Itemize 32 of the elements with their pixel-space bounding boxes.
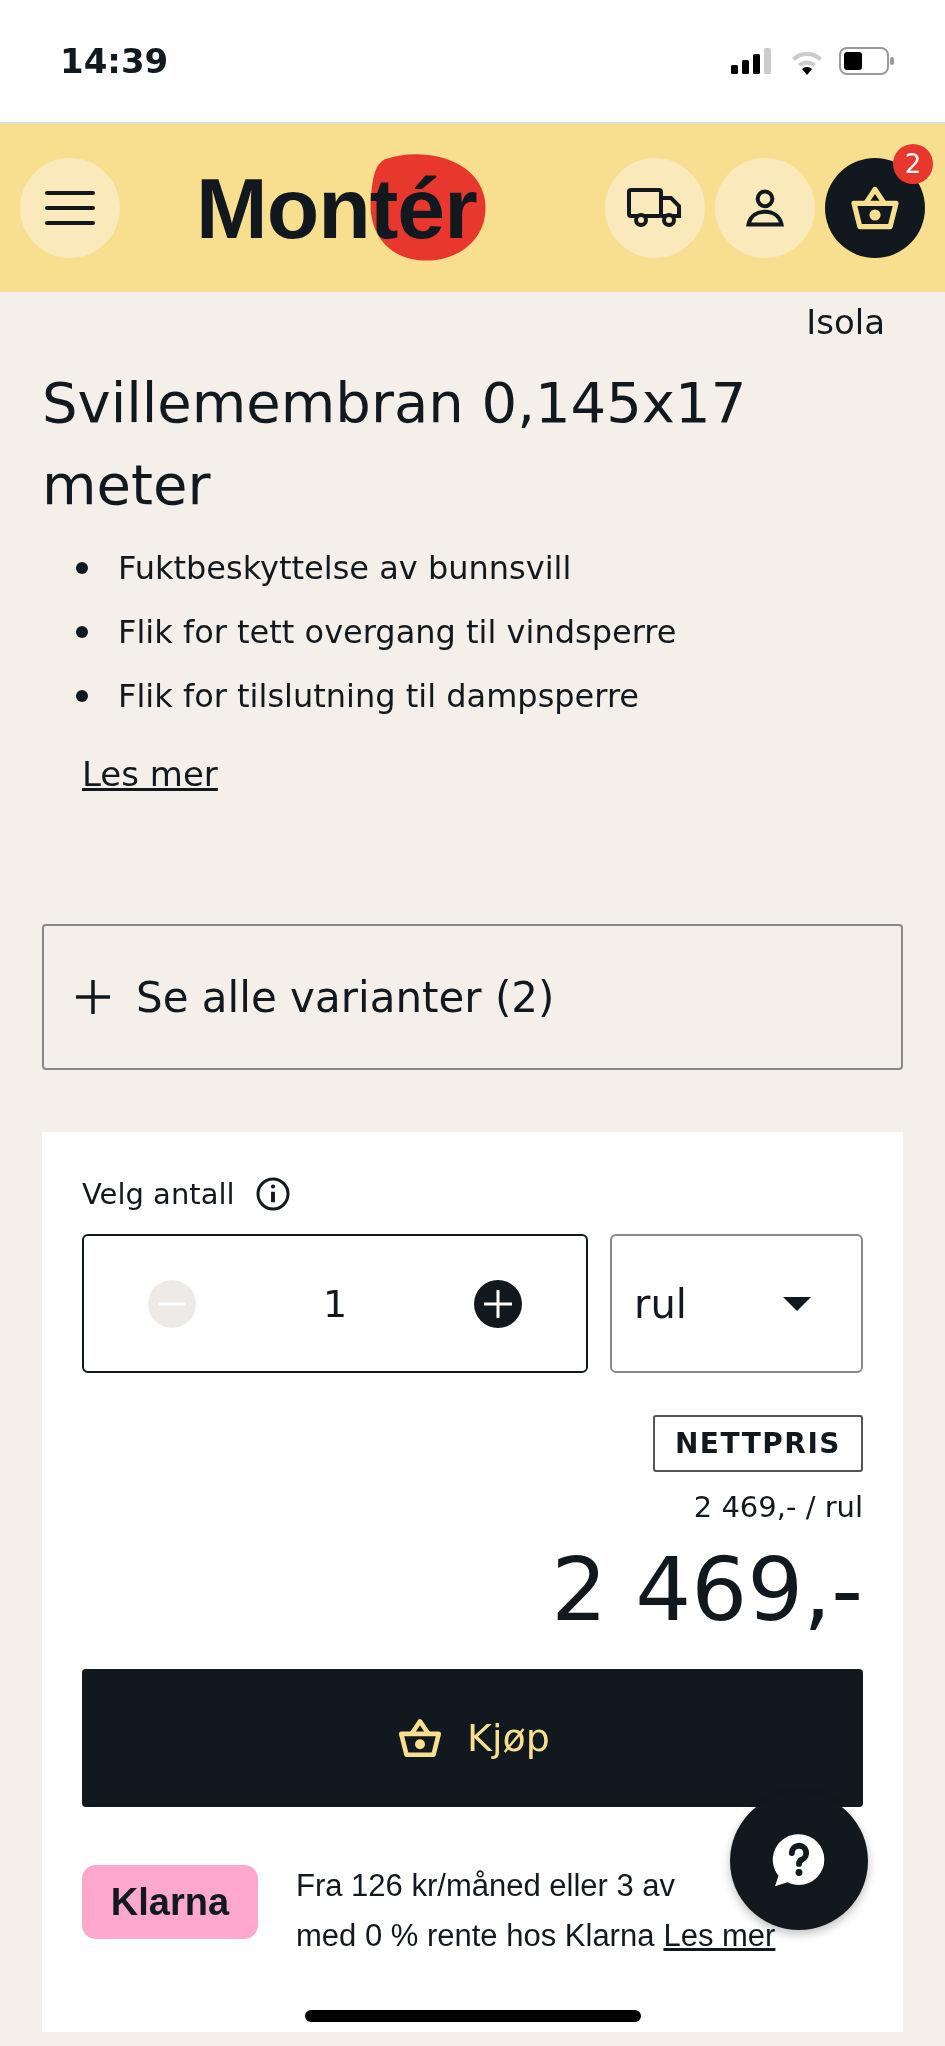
- installment-text: Fra 126 kr/måned eller 3 av: [296, 1867, 677, 1905]
- klarna-logo: Klarna: [82, 1865, 258, 1939]
- installment-text: med 0 % rente hos Klarna: [296, 1917, 655, 1955]
- product-title: Svillemembran 0,145x17 meter: [42, 369, 748, 519]
- price-tag: NETTPRIS: [652, 1415, 863, 1472]
- unit-price: 2 469,- / rul: [693, 1490, 863, 1524]
- plus-icon: [484, 1289, 513, 1318]
- truck-icon: [627, 186, 683, 230]
- variants-button[interactable]: Se alle varianter (2): [42, 924, 903, 1070]
- feature-item: Fuktbeskyttelse av bunnsvill: [118, 548, 572, 589]
- bullet-icon: [76, 690, 88, 702]
- unit-select[interactable]: rul: [610, 1234, 863, 1373]
- total-price: 2 469,-: [551, 1538, 863, 1641]
- battery-icon: [839, 47, 895, 75]
- feature-item: Flik for tett overgang til vindsperre: [118, 612, 677, 653]
- quantity-stepper[interactable]: 1: [82, 1234, 588, 1373]
- buy-button[interactable]: Kjøp: [82, 1669, 863, 1807]
- cart-count-badge: 2: [893, 144, 933, 184]
- info-icon[interactable]: [254, 1176, 291, 1212]
- plus-icon: [74, 978, 112, 1016]
- quantity-label: Velg antall: [82, 1177, 235, 1211]
- feature-item: Flik for tilslutning til dampsperre: [118, 676, 640, 717]
- bullet-icon: [76, 626, 88, 638]
- quantity-value: 1: [322, 1281, 348, 1326]
- menu-icon: [45, 190, 95, 226]
- caret-icon: [783, 1296, 811, 1311]
- bullet-icon: [76, 562, 88, 574]
- klarna-read-more-link[interactable]: Les mer: [663, 1911, 776, 1961]
- read-more-link[interactable]: Les mer: [82, 754, 218, 794]
- brand-name: Isola: [806, 302, 885, 342]
- status-time: 14:39: [60, 41, 169, 81]
- minus-icon: [157, 1301, 186, 1306]
